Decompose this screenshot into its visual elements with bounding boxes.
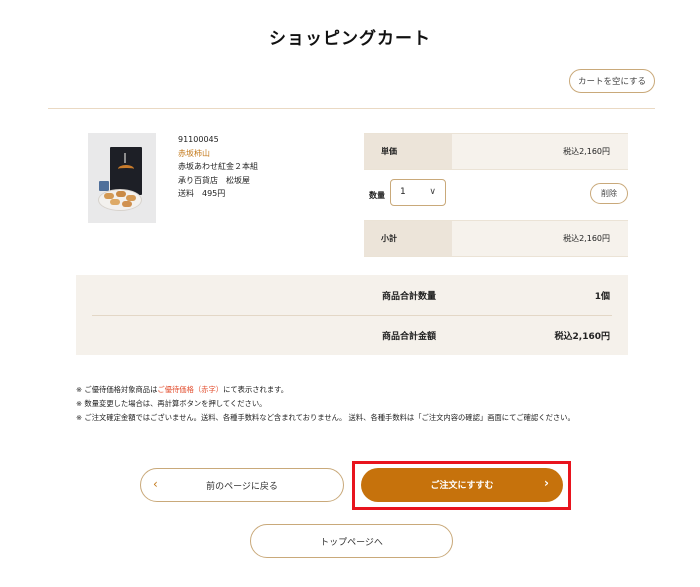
proceed-order-button[interactable]: ご注文にすすむ › [361,468,563,502]
total-amount-label: 商品合計金額 [382,332,437,342]
quantity-row: 数量 1 ∨ 削除 [364,170,628,220]
subtotal-value: 税込2,160円 [563,234,610,243]
note-1-red: ご優待価格（赤字） [157,385,224,394]
unit-price-value: 税込2,160円 [563,147,610,156]
totals-panel: 商品合計数量 1個 商品合計金額 税込2,160円 [76,275,628,355]
unit-price-label: 単価 [381,147,397,156]
empty-cart-button[interactable]: カートを空にする [569,69,655,93]
total-amount-value: 税込2,160円 [554,332,610,342]
price-table: 単価 税込2,160円 数量 1 ∨ 削除 小計 税込2,160円 [364,133,628,257]
subtotal-row: 小計 税込2,160円 [364,221,628,256]
delete-button[interactable]: 削除 [590,183,628,204]
divider [48,108,655,109]
quantity-select[interactable]: 1 ∨ [390,179,446,206]
back-button[interactable]: ‹ 前のページに戻る [140,468,344,502]
top-page-label: トップページへ [320,538,383,548]
subtotal-label: 小計 [381,234,397,243]
total-amount-row: 商品合計金額 税込2,160円 [76,315,628,355]
top-page-button[interactable]: トップページへ [250,524,453,558]
total-count-row: 商品合計数量 1個 [76,275,628,315]
note-2: ※ 数量変更した場合は、再計算ボタンを押してください。 [76,399,267,408]
note-1: ※ ご優待価格対象商品はご優待価格（赤字）にて表示されます。 [76,385,289,394]
chevron-down-icon: ∨ [429,187,436,197]
chevron-right-icon: › [544,476,549,490]
quantity-label: 数量 [369,191,385,200]
shopping-cart-page: ショッピングカート カートを空にする 91100045 赤坂柿山 赤坂あわせ紅金… [0,0,700,587]
total-count-label: 商品合計数量 [382,292,437,302]
product-box [110,147,142,195]
product-name: 赤坂あわせ紅金２本組 [178,162,258,171]
product-image [88,133,156,223]
back-button-label: 前のページに戻る [206,482,278,492]
page-title: ショッピングカート [269,29,431,49]
product-info: 91100045 赤坂柿山 赤坂あわせ紅金２本組 承り百貨店 松坂屋 送料 49… [178,133,258,201]
quantity-value: 1 [400,187,406,197]
product-seller: 承り百貨店 松坂屋 [178,175,250,185]
product-shipping: 送料 495円 [178,189,226,198]
product-code: 91100045 [178,135,219,144]
product-brand-link[interactable]: 赤坂柿山 [178,147,258,161]
notes: ※ ご優待価格対象商品はご優待価格（赤字）にて表示されます。 ※ 数量変更した場… [76,383,575,425]
unit-price-row: 単価 税込2,160円 [364,134,628,169]
proceed-order-label: ご注文にすすむ [430,481,494,491]
note-3: ※ ご注文確定金額ではございません。送料、各種手数料など含まれておりません。 送… [76,413,575,422]
total-count-value: 1個 [594,292,610,302]
